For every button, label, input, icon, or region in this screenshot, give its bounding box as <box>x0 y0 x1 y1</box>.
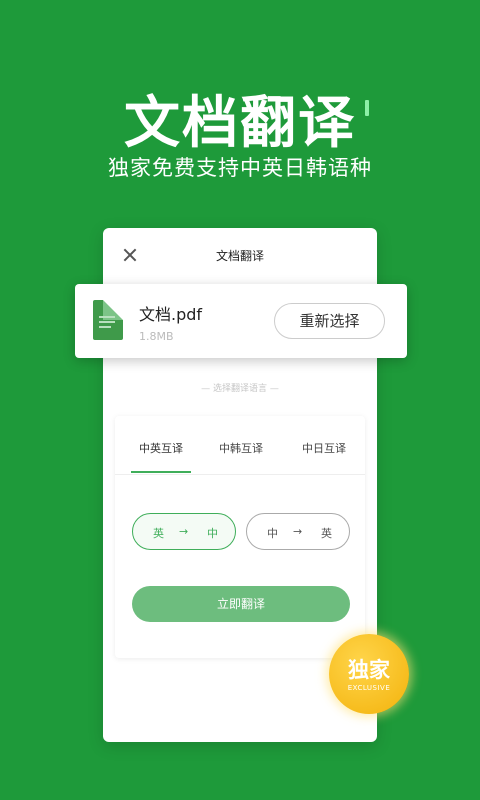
spreadsheet-file-icon <box>93 300 123 340</box>
card-header: 文档翻译 <box>103 228 377 284</box>
badge-main-text: 独家 <box>348 658 390 682</box>
tab-zh-en[interactable]: 中英互译 <box>139 440 183 456</box>
arrow-right-icon: → <box>179 525 189 538</box>
tab-zh-ja[interactable]: 中日互译 <box>302 440 346 456</box>
badge-sub-text: EXCLUSIVE <box>347 684 391 692</box>
direction-from: 中 <box>267 527 278 540</box>
active-tab-indicator <box>131 471 191 473</box>
translate-now-button[interactable]: 立即翻译 <box>132 586 350 622</box>
hero-subtitle: 独家免费支持中英日韩语种 <box>108 156 372 180</box>
language-panel: 中英互译 中韩互译 中日互译 英 → 中 中 → 英 立即翻译 <box>115 416 365 658</box>
file-name: 文档.pdf <box>139 305 203 324</box>
tab-divider <box>115 474 365 475</box>
card-title: 文档翻译 <box>215 249 264 263</box>
direction-to: 中 <box>207 527 218 540</box>
direction-from: 英 <box>153 527 164 540</box>
reselect-button[interactable]: 重新选择 <box>274 303 385 339</box>
file-size: 1.8MB <box>139 330 174 343</box>
select-language-label: — 选择翻译语言 — <box>201 384 279 394</box>
tab-zh-ko[interactable]: 中韩互译 <box>219 440 263 456</box>
direction-en-to-zh-button[interactable]: 英 → 中 <box>132 513 236 550</box>
cursor-mark <box>365 100 369 116</box>
direction-zh-to-en-button[interactable]: 中 → 英 <box>246 513 350 550</box>
exclusive-badge: 独家 EXCLUSIVE <box>329 634 409 714</box>
selected-file-card: 文档.pdf 1.8MB 重新选择 <box>75 284 407 358</box>
direction-to: 英 <box>321 527 332 540</box>
arrow-right-icon: → <box>293 525 303 538</box>
hero-title: 文档翻译 <box>124 91 356 156</box>
